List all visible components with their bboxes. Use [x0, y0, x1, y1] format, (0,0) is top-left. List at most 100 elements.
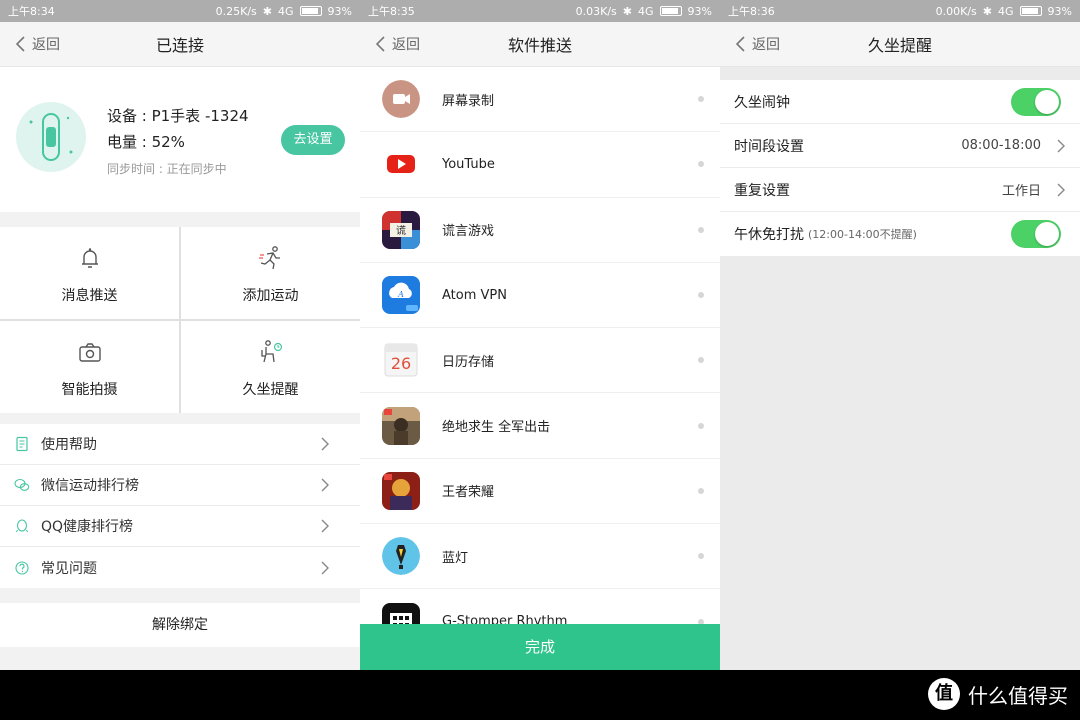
list-item[interactable]: 屏幕录制 — [360, 67, 720, 133]
question-icon — [15, 560, 29, 575]
list-item[interactable]: 王者荣耀 — [360, 459, 720, 525]
status-speed: 0.25K/s — [215, 4, 257, 18]
unbind-button[interactable]: 解除绑定 — [0, 603, 360, 647]
select-dot[interactable] — [698, 96, 704, 103]
app-name: YouTube — [442, 156, 495, 172]
status-speed: 0.03K/s — [575, 4, 617, 18]
screen-record-icon — [382, 80, 420, 119]
setting-repeat[interactable]: 重复设置 工作日 — [720, 168, 1080, 212]
back-label: 返回 — [752, 37, 780, 53]
honor-of-kings-icon — [382, 471, 420, 510]
bell-icon — [81, 248, 98, 268]
setting-alarm: 久坐闹钟 — [720, 80, 1080, 124]
bluetooth-icon: ✱ — [982, 4, 993, 18]
setting-label: 久坐闹钟 — [734, 94, 790, 111]
app-name: 蓝灯 — [442, 550, 469, 566]
svg-text:A: A — [397, 290, 404, 299]
fitness-band-icon — [16, 102, 86, 172]
done-button[interactable]: 完成 — [360, 624, 720, 670]
app-name: 谎言游戏 — [442, 224, 495, 240]
battery-percent: 93% — [327, 4, 352, 18]
list-item[interactable]: 谎 谎言游戏 — [360, 198, 720, 263]
chevron-right-icon — [1057, 183, 1065, 196]
connected-screen: 上午8:34 0.25K/s ✱ 4G 93% 返回 已连接 设备 : P1手表… — [0, 0, 360, 670]
setting-value: 工作日 — [1001, 184, 1041, 199]
select-dot[interactable] — [698, 553, 704, 560]
youtube-icon — [382, 145, 420, 184]
app-name: Atom VPN — [442, 287, 507, 303]
list-item-faq[interactable]: 常见问题 — [0, 547, 360, 588]
title-bar: 返回 软件推送 — [360, 22, 720, 67]
watermark-logo: 值 — [928, 678, 960, 710]
grid-item-add-sport[interactable]: 添加运动 — [181, 227, 360, 319]
app-name: 王者荣耀 — [442, 485, 495, 501]
watermark-text: 什么值得买 — [968, 683, 1068, 708]
select-dot[interactable] — [698, 292, 704, 299]
lunch-dnd-toggle[interactable] — [1011, 220, 1061, 248]
alarm-toggle[interactable] — [1011, 87, 1061, 116]
list-item-label: QQ健康排行榜 — [41, 519, 134, 535]
device-card: 设备 : P1手表 -1324 电量 : 52% 同步时间 : 正在同步中 去设… — [0, 67, 360, 212]
select-dot[interactable] — [698, 161, 704, 168]
status-time: 上午8:35 — [368, 5, 415, 18]
title-bar: 返回 久坐提醒 — [720, 22, 1080, 67]
grid-label: 添加运动 — [242, 288, 299, 304]
feature-grid: 消息推送 添加运动 智能拍摄 久坐提醒 — [0, 227, 360, 413]
help-list: 使用帮助 微信运动排行榜 QQ健康排行榜 常见问题 — [0, 424, 360, 588]
chevron-right-icon — [321, 519, 329, 533]
status-bar: 上午8:36 0.00K/s ✱ 4G 93% — [720, 0, 1080, 22]
chevron-left-icon — [375, 36, 385, 52]
chevron-left-icon — [15, 36, 25, 52]
back-button[interactable]: 返回 — [734, 34, 780, 54]
grid-label: 智能拍摄 — [61, 382, 118, 398]
battery-percent: 93% — [687, 4, 712, 18]
bluetooth-icon: ✱ — [622, 4, 633, 18]
list-item-label: 使用帮助 — [41, 437, 97, 453]
sync-status: 同步时间 : 正在同步中 — [107, 162, 227, 176]
back-label: 返回 — [392, 37, 420, 53]
battery-icon — [659, 6, 682, 16]
list-item[interactable]: 蓝灯 — [360, 524, 720, 590]
list-item[interactable]: 绝地求生 全军出击 — [360, 393, 720, 459]
setting-time-range[interactable]: 时间段设置 08:00-18:00 — [720, 124, 1080, 168]
select-dot[interactable] — [698, 357, 704, 364]
lantern-icon — [382, 537, 420, 576]
status-speed: 0.00K/s — [935, 4, 977, 18]
app-name: 屏幕录制 — [442, 93, 495, 109]
grid-item-sedentary[interactable]: 久坐提醒 — [181, 321, 360, 413]
select-dot[interactable] — [698, 422, 704, 429]
grid-label: 久坐提醒 — [242, 382, 299, 398]
select-dot[interactable] — [698, 226, 704, 233]
setup-button[interactable]: 去设置 — [281, 125, 345, 155]
grid-item-notifications[interactable]: 消息推送 — [0, 227, 179, 319]
list-item-label: 常见问题 — [41, 560, 97, 577]
running-icon — [258, 246, 280, 270]
chevron-right-icon — [321, 561, 329, 574]
list-item[interactable]: YouTube — [360, 132, 720, 198]
grid-item-smart-shot[interactable]: 智能拍摄 — [0, 321, 179, 413]
chevron-right-icon — [1057, 139, 1065, 152]
select-dot[interactable] — [698, 487, 704, 494]
list-item[interactable]: A Atom VPN — [360, 263, 720, 329]
list-item-help[interactable]: 使用帮助 — [0, 424, 360, 465]
back-button[interactable]: 返回 — [14, 34, 60, 54]
back-button[interactable]: 返回 — [374, 34, 420, 54]
svg-text:谎: 谎 — [396, 224, 406, 237]
grid-label: 消息推送 — [61, 288, 118, 304]
bluetooth-icon: ✱ — [262, 4, 273, 18]
network-label: 4G — [638, 4, 654, 18]
chevron-right-icon — [321, 437, 329, 451]
list-item[interactable]: 26 日历存储 — [360, 328, 720, 394]
setting-label: 午休免打扰 — [734, 227, 804, 243]
qq-icon — [16, 519, 28, 533]
vpn-icon: A — [382, 276, 420, 315]
setting-label: 时间段设置 — [734, 138, 804, 155]
watermark: 值 什么值得买 — [928, 678, 1068, 710]
list-item-qq-rank[interactable]: QQ健康排行榜 — [0, 506, 360, 547]
back-label: 返回 — [32, 37, 60, 53]
list-item-wechat-rank[interactable]: 微信运动排行榜 — [0, 465, 360, 506]
chevron-right-icon — [321, 478, 329, 492]
status-bar: 上午8:34 0.25K/s ✱ 4G 93% — [0, 0, 360, 22]
device-battery: 电量 : 52% — [107, 133, 185, 151]
title-bar: 返回 已连接 — [0, 22, 360, 67]
